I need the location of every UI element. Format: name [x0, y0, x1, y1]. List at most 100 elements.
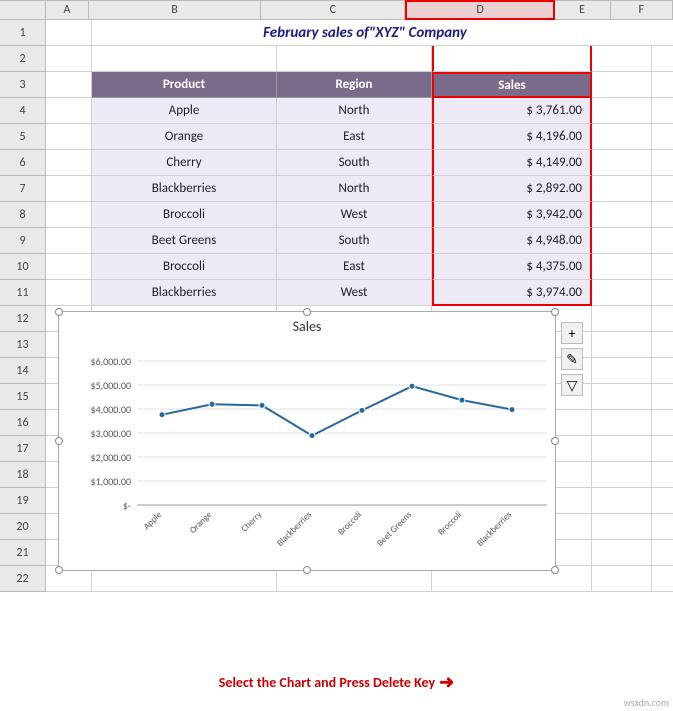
- row-13: 13: [0, 332, 46, 358]
- arrow-icon: ➜: [439, 671, 454, 693]
- cell-sales-5: $ 4,196.00: [432, 124, 592, 150]
- instruction-text: Select the Chart and Press Delete Key ➜: [219, 671, 454, 693]
- row-10: 10: [0, 254, 46, 280]
- chart-container[interactable]: Sales $6,000.00 $5,000.00 $4,000.00 $3,0…: [58, 311, 556, 571]
- col-header-a: A: [46, 0, 89, 20]
- chart-handle-tr: [551, 308, 559, 316]
- row-9: 9: [0, 228, 46, 254]
- cell-a4: [46, 98, 92, 124]
- cell-f6: [652, 150, 673, 176]
- cell-region-8: West: [277, 202, 432, 228]
- cell-product-6: Cherry: [92, 150, 277, 176]
- svg-text:$2,000.00: $2,000.00: [91, 451, 132, 464]
- chart-svg: $6,000.00 $5,000.00 $4,000.00 $3,000.00 …: [59, 337, 557, 555]
- cell-a6: [46, 150, 92, 176]
- watermark: wsxdn.com: [624, 696, 669, 709]
- cell-sales-9: $ 4,948.00: [432, 228, 592, 254]
- svg-text:$6,000.00: $6,000.00: [91, 355, 132, 368]
- cell-region-9: South: [277, 228, 432, 254]
- cell-a1: [46, 20, 92, 46]
- cell-f10: [652, 254, 673, 280]
- chart-handle-br: [551, 566, 559, 574]
- cell-product-8: Broccoli: [92, 202, 277, 228]
- cell-e4: [592, 98, 652, 124]
- cell-sales-header: Sales: [432, 72, 592, 98]
- chart-title: Sales: [59, 318, 555, 335]
- chart-handle-bc: [303, 566, 311, 574]
- cell-a3: [46, 72, 92, 98]
- cell-f11: [652, 280, 673, 306]
- cell-product-header: Product: [92, 72, 277, 98]
- cell-a10: [46, 254, 92, 280]
- svg-text:$4,000.00: $4,000.00: [91, 403, 132, 416]
- svg-text:Blackberries: Blackberries: [475, 509, 515, 549]
- table-row: Apple North $ 3,761.00: [46, 98, 673, 124]
- row-5: 5: [0, 124, 46, 150]
- svg-text:$-: $-: [123, 499, 131, 512]
- cell-region-5: East: [277, 124, 432, 150]
- cell-region-6: South: [277, 150, 432, 176]
- cell-sales-11: $ 3,974.00: [432, 280, 592, 306]
- cell-e3: [592, 72, 652, 98]
- cell-sales-7: $ 2,892.00: [432, 176, 592, 202]
- cell-region-header: Region: [277, 72, 432, 98]
- cell-c2: [277, 46, 432, 72]
- svg-text:Cherry: Cherry: [239, 509, 265, 535]
- table-row: Blackberries North $ 2,892.00: [46, 176, 673, 202]
- row-3: 3: [0, 72, 46, 98]
- chart-handle-ml: [55, 437, 63, 445]
- row-8: 8: [0, 202, 46, 228]
- row-7: 7: [0, 176, 46, 202]
- cell-product-10: Broccoli: [92, 254, 277, 280]
- cell-f7: [652, 176, 673, 202]
- col-header-f: F: [611, 0, 673, 20]
- chart-add-button[interactable]: +: [561, 322, 583, 344]
- chart-style-button[interactable]: ✎: [561, 348, 583, 370]
- cell-sales-4: $ 3,761.00: [432, 98, 592, 124]
- cell-f8: [652, 202, 673, 228]
- row-22: 22: [0, 566, 46, 592]
- cell-b2: [92, 46, 277, 72]
- svg-text:$1,000.00: $1,000.00: [91, 475, 132, 488]
- cell-e1: [638, 20, 673, 46]
- row-2: 2: [0, 46, 46, 72]
- cell-a7: [46, 176, 92, 202]
- chart-filter-button[interactable]: ▽: [561, 374, 583, 396]
- svg-text:Orange: Orange: [188, 509, 215, 536]
- svg-text:Apple: Apple: [141, 509, 164, 532]
- chart-icons: + ✎ ▽: [561, 322, 583, 396]
- col-header-b: B: [89, 0, 261, 20]
- cell-region-10: East: [277, 254, 432, 280]
- svg-text:$3,000.00: $3,000.00: [91, 427, 132, 440]
- svg-text:Broccoli: Broccoli: [336, 509, 364, 537]
- table-row: Beet Greens South $ 4,948.00: [46, 228, 673, 254]
- cell-e10: [592, 254, 652, 280]
- table-row: Blackberries West $ 3,974.00: [46, 280, 673, 306]
- cell-f9: [652, 228, 673, 254]
- row-1: 1: [0, 20, 46, 46]
- cell-a11: [46, 280, 92, 306]
- cell-e5: [592, 124, 652, 150]
- table-row: February sales of"XYZ" Company: [46, 20, 673, 46]
- cell-e8: [592, 202, 652, 228]
- corner-cell: [0, 0, 46, 20]
- cell-a9: [46, 228, 92, 254]
- row-18: 18: [0, 462, 46, 488]
- cell-sales-8: $ 3,942.00: [432, 202, 592, 228]
- cell-a2: [46, 46, 92, 72]
- table-row: [46, 46, 673, 72]
- col-header-d: D: [405, 0, 554, 20]
- cell-sales-6: $ 4,149.00: [432, 150, 592, 176]
- cell-f4: [652, 98, 673, 124]
- table-row: Broccoli West $ 3,942.00: [46, 202, 673, 228]
- cell-a8: [46, 202, 92, 228]
- cell-product-11: Blackberries: [92, 280, 277, 306]
- cell-d2: [432, 46, 592, 72]
- instruction-label: Select the Chart and Press Delete Key: [219, 674, 435, 691]
- cell-region-7: North: [277, 176, 432, 202]
- cell-e9: [592, 228, 652, 254]
- svg-text:$5,000.00: $5,000.00: [91, 379, 132, 392]
- cell-f12: [652, 306, 673, 332]
- col-headers: A B C D E F: [0, 0, 673, 20]
- row-14: 14: [0, 358, 46, 384]
